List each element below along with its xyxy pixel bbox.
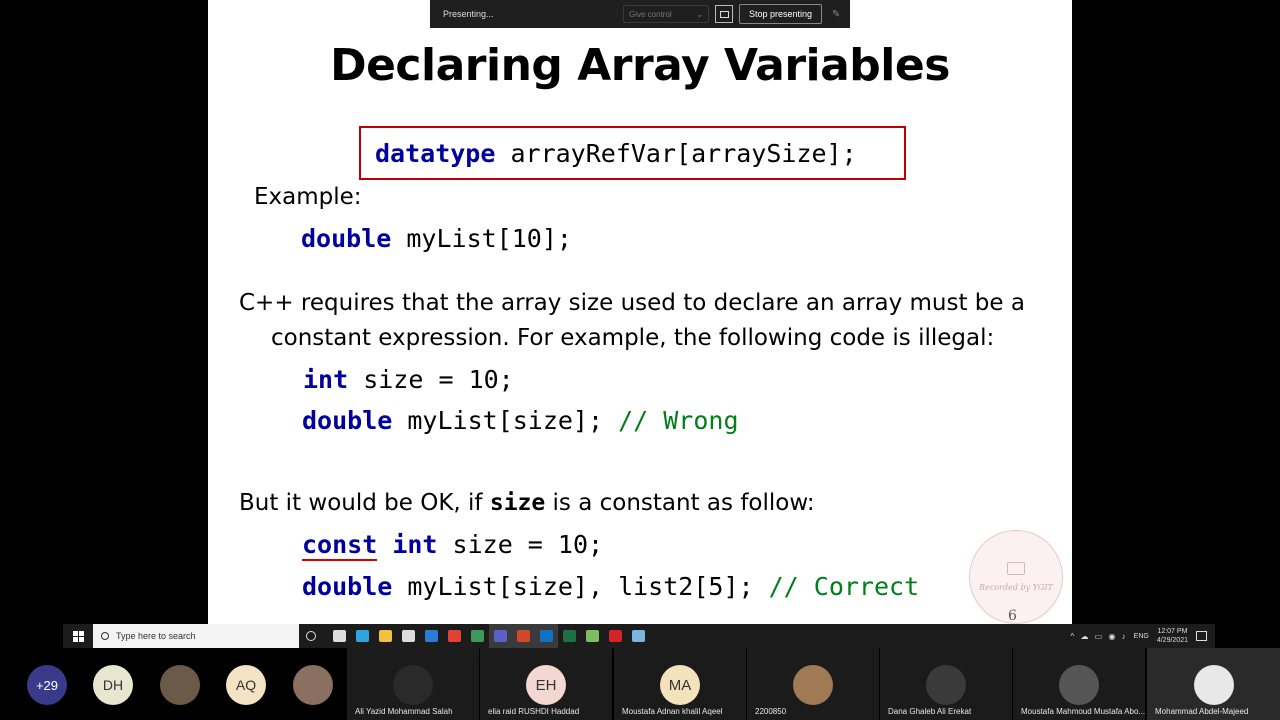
slide-page-number: 6: [1008, 608, 1017, 624]
stop-presenting-button[interactable]: Stop presenting: [739, 4, 823, 24]
code-text: myList[size], list2[5];: [392, 572, 769, 601]
language-indicator[interactable]: ENG: [1134, 633, 1149, 640]
participant-name: Ali Yazid Mohammad Salah: [355, 707, 453, 716]
tablet-icon[interactable]: [627, 624, 650, 648]
participant-tile[interactable]: Moustafa Mahmoud Mustafa Abo...: [1013, 648, 1145, 720]
code-keyword: int: [303, 365, 349, 394]
participant-avatar[interactable]: [160, 665, 200, 705]
file-explorer-icon[interactable]: [374, 624, 397, 648]
participant-avatar: [793, 665, 833, 705]
participant-avatar: [926, 665, 966, 705]
participant-name: Dana Ghaleb Ali Erekat: [888, 707, 972, 716]
cortana-icon[interactable]: [299, 624, 322, 648]
acrobat-icon[interactable]: [604, 624, 627, 648]
presenting-toolbar: Presenting... Give control ⌄ Stop present…: [430, 0, 850, 28]
give-control-dropdown[interactable]: Give control ⌄: [623, 5, 709, 23]
participant-avatar: MA: [660, 665, 700, 705]
code-text: size = 10;: [348, 365, 514, 394]
taskbar-search-box[interactable]: Type here to search: [93, 624, 299, 648]
participant-name: elia raid RUSHDI Haddad: [488, 707, 580, 716]
participant-tile[interactable]: Ali Yazid Mohammad Salah: [347, 648, 479, 720]
paragraph-text: But it would be OK, if: [239, 490, 490, 516]
participant-tile[interactable]: Dana Ghaleb Ali Erekat: [880, 648, 1012, 720]
camera-icon: [1007, 562, 1025, 575]
declaration-syntax-box: datatype arrayRefVar[arraySize];: [359, 126, 906, 180]
screen-share-icon: [719, 10, 729, 18]
clock[interactable]: 12:07 PM 4/29/2021: [1157, 627, 1188, 645]
outlook-icon[interactable]: [535, 624, 558, 648]
correct-code-line-1: const int size = 10;: [302, 530, 604, 561]
participant-avatar[interactable]: DH: [93, 665, 133, 705]
mail-icon[interactable]: [420, 624, 443, 648]
syntax-rest: arrayRefVar[arraySize];: [495, 138, 857, 168]
tray-icons[interactable]: ^ ☁ ▭ ◉ ♪: [1070, 632, 1127, 641]
participant-name: 2200850: [755, 707, 787, 716]
participant-avatar: [1059, 665, 1099, 705]
more-participants-badge[interactable]: +29: [27, 665, 67, 705]
clock-time: 12:07 PM: [1157, 628, 1188, 635]
example-label: Example:: [254, 184, 362, 210]
powerpoint-icon[interactable]: [512, 624, 535, 648]
paragraph-text: is a constant as follow:: [545, 490, 815, 516]
windows-taskbar: Type here to search ^ ☁ ▭ ◉ ♪ ENG 12:07 …: [63, 624, 1215, 648]
watermark-text: Recorded by YGIT: [979, 583, 1053, 592]
screen: Declaring Array Variables datatype array…: [0, 0, 1280, 720]
edge-icon[interactable]: [351, 624, 374, 648]
paragraph-line-1: C++ requires that the array size used to…: [239, 290, 1025, 316]
system-tray: ^ ☁ ▭ ◉ ♪ ENG 12:07 PM 4/29/2021: [1070, 627, 1215, 645]
code-keyword: int: [392, 530, 438, 559]
participant-avatar: [393, 665, 433, 705]
teams-icon[interactable]: [489, 624, 512, 648]
code-comment: // Wrong: [618, 406, 739, 435]
give-control-label: Give control: [629, 9, 672, 19]
code-comment: // Correct: [768, 572, 920, 601]
participant-tile[interactable]: Mohammad Abdel-Majeed: [1147, 648, 1280, 720]
search-icon: [101, 632, 109, 640]
windows-icon: [72, 630, 84, 642]
code-keyword: double: [302, 572, 393, 601]
code-keyword: double: [302, 406, 393, 435]
pin-icon[interactable]: ✎: [832, 9, 840, 20]
notification-icon[interactable]: [1196, 631, 1207, 641]
correct-code-line-2: double myList[size], list2[5]; // Correc…: [302, 572, 919, 601]
example-code: double myList[10];: [301, 224, 572, 253]
search-placeholder: Type here to search: [116, 631, 196, 641]
participant-avatar: [1193, 665, 1234, 705]
code-text: myList[10];: [391, 224, 572, 253]
store-icon[interactable]: [397, 624, 420, 648]
paragraph-2: But it would be OK, if size is a constan…: [239, 490, 815, 516]
participant-tile[interactable]: 2200850: [747, 648, 879, 720]
excel-icon[interactable]: [558, 624, 581, 648]
illegal-code-line-2: double myList[size]; // Wrong: [302, 406, 739, 435]
participant-avatar: EH: [526, 665, 566, 705]
presenting-status: Presenting...: [443, 9, 494, 19]
taskbar-app-icons: [328, 624, 650, 648]
presentation-slide: Declaring Array Variables datatype array…: [208, 0, 1072, 626]
inline-code: size: [489, 490, 546, 516]
illegal-code-line-1: int size = 10;: [303, 365, 514, 394]
code-text: size = 10;: [437, 530, 604, 559]
syntax-datatype: datatype: [375, 138, 496, 168]
share-screen-button[interactable]: [715, 5, 733, 23]
slide-title: Declaring Array Variables: [330, 40, 950, 91]
code-keyword-const: const: [302, 530, 378, 561]
code-keyword: double: [301, 224, 392, 253]
participant-avatar[interactable]: AQ: [226, 665, 266, 705]
photos-icon[interactable]: [466, 624, 489, 648]
participant-name: Moustafa Adnan khalil Aqeel: [622, 707, 723, 716]
chrome-icon[interactable]: [443, 624, 466, 648]
notepad-icon[interactable]: [581, 624, 604, 648]
chevron-down-icon: ⌄: [696, 9, 703, 19]
participant-tile[interactable]: EH elia raid RUSHDI Haddad: [480, 648, 612, 720]
code-text: myList[size];: [392, 406, 619, 435]
participant-avatar[interactable]: [293, 665, 333, 705]
start-button[interactable]: [63, 624, 93, 648]
participant-tile[interactable]: MA Moustafa Adnan khalil Aqeel: [614, 648, 746, 720]
participant-name: Mohammad Abdel-Majeed: [1155, 707, 1249, 716]
paragraph-line-2: constant expression. For example, the fo…: [271, 325, 995, 351]
clock-date: 4/29/2021: [1156, 637, 1188, 644]
task-view-icon[interactable]: [328, 624, 351, 648]
participant-name: Moustafa Mahmoud Mustafa Abo...: [1021, 707, 1145, 716]
